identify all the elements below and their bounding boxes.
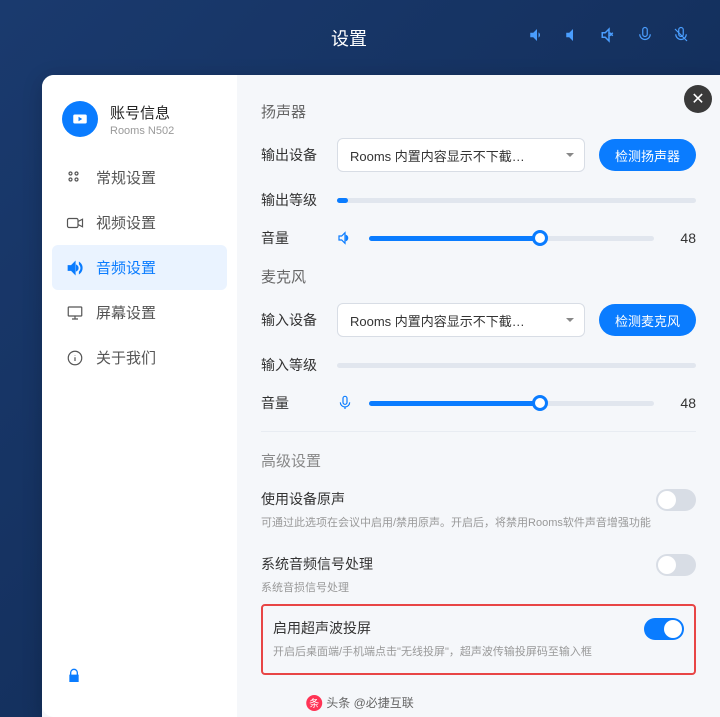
sidebar-item-video[interactable]: 视频设置 [52,200,227,245]
signal-proc-toggle[interactable] [656,554,696,576]
output-device-select[interactable]: Rooms 内置内容显示不下截… [337,138,585,172]
test-mic-button[interactable]: 检测麦克风 [599,304,696,336]
mic-volume-label: 音量 [261,393,323,413]
watermark-icon: 条 [306,695,322,711]
sidebar-item-screen[interactable]: 屏幕设置 [52,290,227,335]
mic-icon[interactable] [636,26,654,49]
settings-dialog: 账号信息 Rooms N502 常规设置 视频设置 音频设置 屏幕设置 关于我们 [42,75,720,717]
input-level-meter [337,363,696,368]
mic-section-title: 麦克风 [261,266,696,287]
account-sub: Rooms N502 [110,125,174,137]
sidebar-item-about[interactable]: 关于我们 [52,335,227,380]
sidebar-item-label: 常规设置 [96,167,156,188]
sidebar-item-audio[interactable]: 音频设置 [52,245,227,290]
input-device-label: 输入设备 [261,310,323,330]
mic-mute-icon[interactable] [672,26,690,49]
divider [261,431,696,432]
topbar: 设置 [0,0,720,75]
account-name: 账号信息 [110,102,174,123]
ultrasonic-highlight: 启用超声波投屏 开启后桌面端/手机端点击"无线投屏"，超声波传输投屏码至输入框 [261,604,696,675]
output-level-meter [337,198,696,203]
test-speaker-button[interactable]: 检测扬声器 [599,139,696,171]
sidebar: 账号信息 Rooms N502 常规设置 视频设置 音频设置 屏幕设置 关于我们 [42,75,237,717]
signal-proc-row: 系统音频信号处理 系统音损信号处理 [261,554,696,597]
speaker-volume-value: 48 [668,230,696,246]
sidebar-item-label: 屏幕设置 [96,302,156,323]
mic-vol-icon [337,395,355,411]
content-panel: 扬声器 输出设备 Rooms 内置内容显示不下截… 检测扬声器 输出等级 音量 … [237,75,720,717]
ultrasonic-toggle[interactable] [644,618,684,640]
output-device-label: 输出设备 [261,145,323,165]
sidebar-item-label: 音频设置 [96,257,156,278]
input-level-label: 输入等级 [261,355,323,375]
speaker-mid-icon[interactable] [564,26,582,49]
speaker-volume-label: 音量 [261,228,323,248]
close-button[interactable]: ✕ [684,85,712,113]
speaker-volume-slider[interactable] [369,236,654,241]
original-sound-row: 使用设备原声 可通过此选项在会议中启用/禁用原声。开启后，将禁用Rooms软件声… [261,489,696,532]
speaker-on-icon[interactable] [528,26,546,49]
sidebar-account[interactable]: 账号信息 Rooms N502 [52,93,227,155]
signal-proc-label: 系统音频信号处理 [261,554,656,574]
ultrasonic-desc: 开启后桌面端/手机端点击"无线投屏"，超声波传输投屏码至输入框 [273,644,644,661]
speaker-mute-icon[interactable] [600,26,618,49]
speaker-section-title: 扬声器 [261,101,696,122]
mic-volume-slider[interactable] [369,401,654,406]
volume-icon [337,230,355,246]
sidebar-item-label: 视频设置 [96,212,156,233]
sidebar-item-general[interactable]: 常规设置 [52,155,227,200]
original-sound-toggle[interactable] [656,489,696,511]
original-sound-label: 使用设备原声 [261,489,656,509]
mic-volume-value: 48 [668,395,696,411]
output-level-label: 输出等级 [261,190,323,210]
ultrasonic-row: 启用超声波投屏 开启后桌面端/手机端点击"无线投屏"，超声波传输投屏码至输入框 [273,618,684,661]
topbar-controls [528,26,690,49]
input-device-select[interactable]: Rooms 内置内容显示不下截… [337,303,585,337]
advanced-section-title: 高级设置 [261,450,696,471]
original-sound-desc: 可通过此选项在会议中启用/禁用原声。开启后，将禁用Rooms软件声音增强功能 [261,515,656,532]
signal-proc-desc: 系统音损信号处理 [261,580,656,597]
watermark: 条 头条 @必捷互联 [306,694,414,711]
page-title: 设置 [170,25,528,51]
avatar [62,101,98,137]
lock-icon[interactable] [52,658,227,699]
sidebar-item-label: 关于我们 [96,347,156,368]
ultrasonic-label: 启用超声波投屏 [273,618,644,638]
